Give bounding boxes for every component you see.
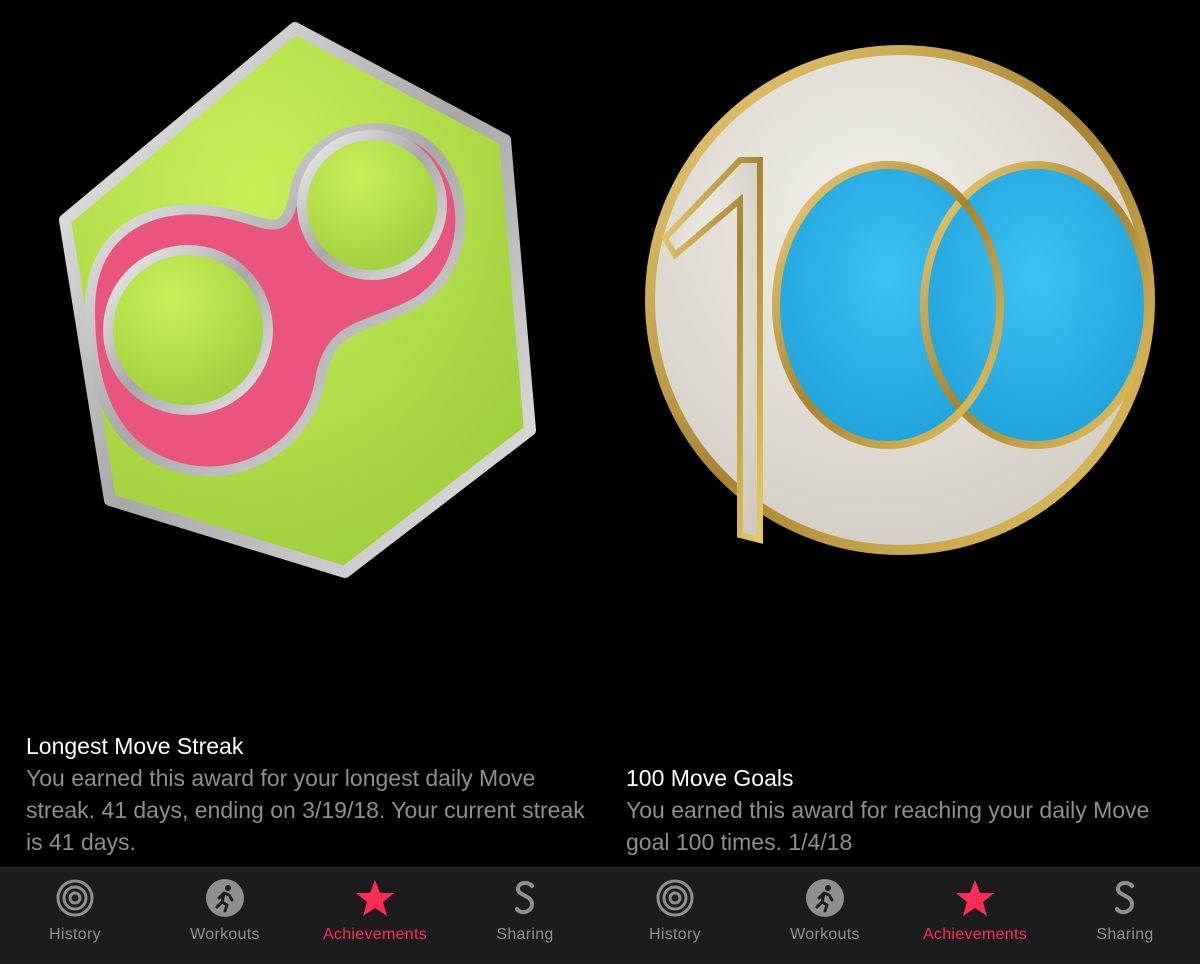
right-screen: 100 Move Goals You earned this award for… — [600, 0, 1200, 964]
tab-workouts[interactable]: Workouts — [150, 868, 300, 964]
tab-sharing[interactable]: Sharing — [450, 868, 600, 964]
infinity-streak-badge — [59, 22, 536, 578]
award-title: 100 Move Goals — [626, 765, 794, 791]
tab-label: Sharing — [1096, 926, 1154, 943]
award-description: You earned this award for your longest d… — [26, 765, 585, 855]
award-caption: 100 Move Goals You earned this award for… — [626, 762, 1186, 858]
tab-label: History — [49, 926, 101, 943]
award-caption: Longest Move Streak You earned this awar… — [26, 730, 586, 858]
tab-achievements[interactable]: Achievements — [900, 868, 1050, 964]
tab-label: Workouts — [190, 926, 260, 943]
award-description: You earned this award for reaching your … — [626, 797, 1150, 855]
tab-bar: History Workouts Achievements Sharing — [0, 867, 600, 964]
history-rings-icon — [656, 879, 694, 917]
star-icon — [956, 880, 994, 916]
award-title: Longest Move Streak — [26, 733, 244, 759]
history-rings-icon — [56, 879, 94, 917]
running-figure-icon — [206, 879, 244, 917]
sharing-s-icon — [515, 880, 535, 915]
tab-label: Achievements — [922, 926, 1028, 943]
tab-bar: History Workouts Achievements Sharing — [600, 867, 1200, 964]
tab-label: Achievements — [322, 926, 428, 943]
100-goals-badge — [645, 45, 1155, 555]
running-figure-icon — [806, 879, 844, 917]
left-screen: Longest Move Streak You earned this awar… — [0, 0, 600, 964]
tab-label: Workouts — [790, 926, 860, 943]
tab-history[interactable]: History — [0, 868, 150, 964]
tab-label: History — [649, 926, 701, 943]
star-icon — [356, 880, 394, 916]
tab-workouts[interactable]: Workouts — [750, 868, 900, 964]
tab-history[interactable]: History — [600, 868, 750, 964]
tab-achievements[interactable]: Achievements — [300, 868, 450, 964]
tab-label: Sharing — [496, 926, 554, 943]
sharing-s-icon — [1115, 880, 1135, 915]
tab-sharing[interactable]: Sharing — [1050, 868, 1200, 964]
